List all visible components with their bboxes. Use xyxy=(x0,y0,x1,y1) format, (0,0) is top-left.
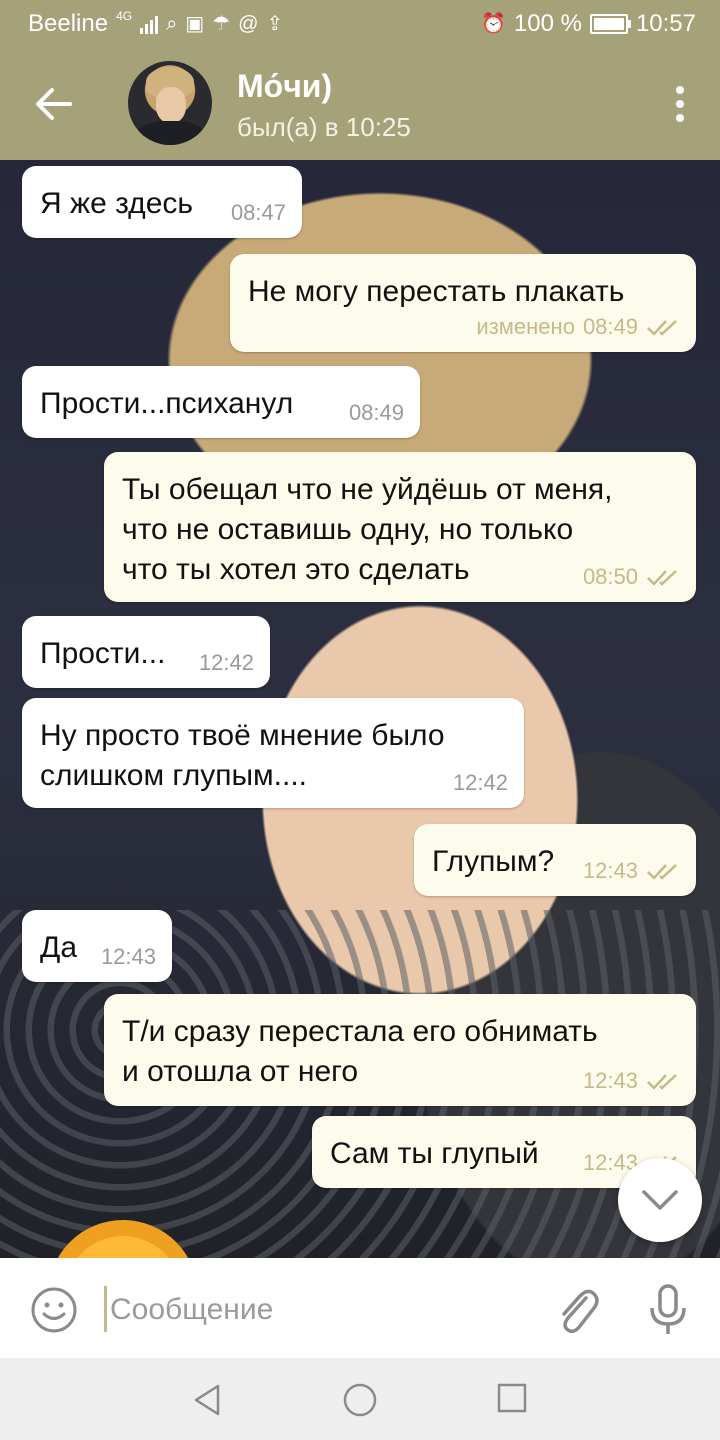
avatar[interactable] xyxy=(128,61,212,145)
chevron-down-icon xyxy=(642,1190,678,1210)
double-check-icon xyxy=(647,1074,677,1090)
more-menu-button[interactable] xyxy=(670,84,690,124)
message-bubble-outgoing[interactable]: Т/и сразу перестала его обнимать и отошл… xyxy=(104,994,696,1106)
message-text: Ну просто твоё мнение было слишком глупы… xyxy=(40,719,445,792)
double-check-icon xyxy=(647,570,677,586)
double-check-icon xyxy=(647,320,677,336)
status-bar: Beeline 4G ⌕ ▣ ☂ @ ⇪ ⏰ 100 % 10:57 xyxy=(0,0,720,48)
battery-percent: 100 % xyxy=(513,10,582,37)
upload-icon: ⇪ xyxy=(266,13,284,35)
system-navigation-bar xyxy=(0,1358,720,1440)
double-check-icon xyxy=(647,864,677,880)
arrow-left-icon xyxy=(36,88,72,120)
nav-back-button[interactable] xyxy=(190,1382,226,1418)
message-time: 12:42 xyxy=(452,770,508,795)
back-button[interactable] xyxy=(26,76,82,132)
message-time: 08:49 xyxy=(582,314,638,339)
message-text: Ты обещал что не уйдёшь от меня, что не … xyxy=(122,473,613,586)
nav-home-button[interactable] xyxy=(340,1380,380,1420)
alarm-icon: ⏰ xyxy=(480,13,506,35)
contact-name[interactable]: Мо́чи) xyxy=(237,68,332,105)
battery-icon xyxy=(589,14,631,34)
message-text: Т/и сразу перестала его обнимать и отошл… xyxy=(122,1015,598,1088)
message-time: 08:47 xyxy=(230,200,286,225)
message-time: 12:43 xyxy=(100,944,156,969)
paperclip-icon xyxy=(562,1289,599,1334)
message-time: 08:49 xyxy=(348,400,404,425)
carrier-label: Beeline xyxy=(28,10,109,37)
network-type: 4G xyxy=(116,9,133,23)
message-text: Прости... xyxy=(40,637,166,670)
nav-recents-button[interactable] xyxy=(496,1382,528,1414)
message-text: Я же здесь xyxy=(40,187,194,220)
gallery-icon: ▣ xyxy=(185,13,205,35)
emoji-button[interactable] xyxy=(30,1286,78,1334)
message-bubble-incoming[interactable]: Я же здесь 08:47 xyxy=(22,166,302,238)
message-input[interactable] xyxy=(108,1284,532,1336)
message-text: Да xyxy=(40,931,78,964)
message-bubble-incoming[interactable]: Прости... 12:42 xyxy=(22,616,270,688)
umbrella-icon: ☂ xyxy=(212,13,231,35)
microphone-button[interactable] xyxy=(646,1282,690,1338)
microphone-icon xyxy=(650,1284,686,1334)
clock: 10:57 xyxy=(635,10,696,37)
message-text: Глупым? xyxy=(432,845,555,878)
chat-area[interactable]: Я же здесь 08:47 Не могу перестать плака… xyxy=(0,160,720,1258)
message-time: 12:42 xyxy=(198,650,254,675)
message-time: 12:43 xyxy=(582,858,638,883)
message-text: Не могу перестать плакать xyxy=(248,275,625,308)
smiley-icon xyxy=(31,1287,77,1333)
edited-label: изменено xyxy=(476,314,575,339)
last-seen-status: был(а) в 10:25 xyxy=(237,112,411,142)
message-bubble-outgoing[interactable]: Ты обещал что не уйдёшь от меня, что не … xyxy=(104,452,696,602)
message-bubble-incoming[interactable]: Прости...психанул 08:49 xyxy=(22,366,420,438)
square-recents-icon xyxy=(497,1383,527,1413)
text-cursor xyxy=(104,1286,107,1332)
attach-button[interactable] xyxy=(552,1284,600,1336)
circle-home-icon xyxy=(343,1383,377,1417)
more-vertical-icon xyxy=(676,86,684,122)
message-bubble-incoming[interactable]: Да 12:43 xyxy=(22,910,172,982)
at-icon: @ xyxy=(238,13,259,35)
message-bubble-outgoing[interactable]: Глупым? 12:43 xyxy=(414,824,696,896)
message-bubble-outgoing[interactable]: Не могу перестать плакать изменено 08:49 xyxy=(230,254,696,352)
signal-icon xyxy=(140,14,159,34)
search-icon: ⌕ xyxy=(166,13,178,35)
message-time: 12:43 xyxy=(582,1068,638,1093)
chat-header: Мо́чи) был(а) в 10:25 xyxy=(0,48,720,160)
message-bubble-incoming[interactable]: Ну просто твоё мнение было слишком глупы… xyxy=(22,698,524,808)
message-text: Сам ты глупый xyxy=(330,1137,539,1170)
scroll-down-button[interactable] xyxy=(618,1158,702,1242)
triangle-back-icon xyxy=(194,1384,220,1416)
message-composer xyxy=(0,1258,720,1358)
message-text: Прости...психанул xyxy=(40,387,294,420)
message-time: 08:50 xyxy=(582,564,638,589)
